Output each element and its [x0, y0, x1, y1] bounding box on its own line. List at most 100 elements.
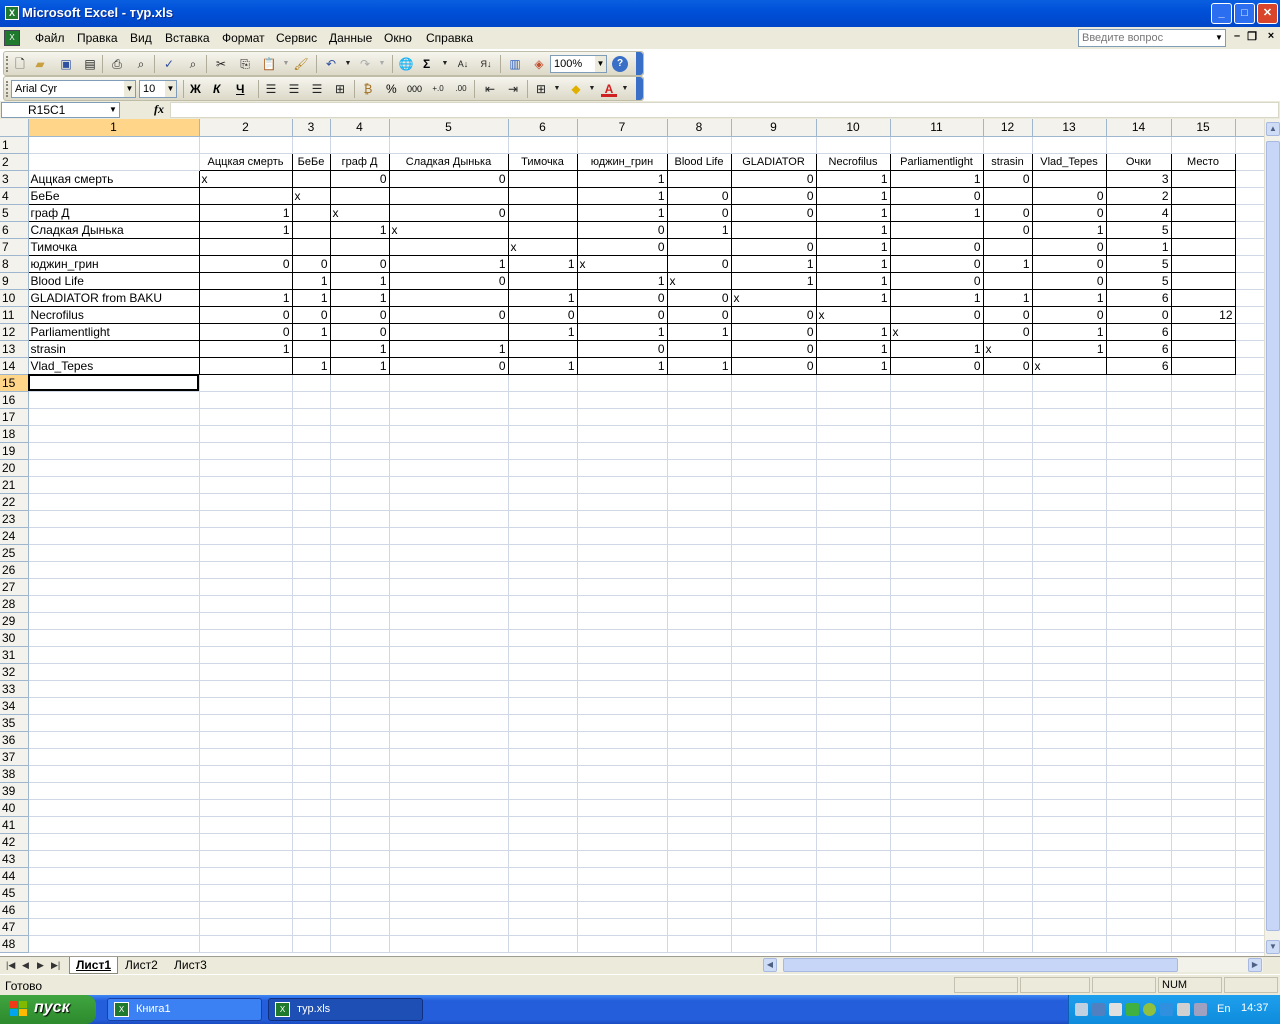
cell[interactable] [292, 680, 331, 698]
cell[interactable] [291, 220, 331, 239]
cell[interactable] [1235, 629, 1267, 647]
cell[interactable] [330, 578, 390, 596]
cell[interactable] [577, 595, 668, 613]
cell[interactable] [1171, 544, 1236, 562]
cell[interactable] [292, 867, 331, 885]
cell[interactable] [1106, 714, 1172, 732]
cell[interactable] [890, 799, 984, 817]
toolbar-options-icon[interactable] [636, 77, 643, 100]
cell[interactable] [389, 612, 509, 630]
cell[interactable]: 1 [815, 339, 891, 358]
cell[interactable] [816, 136, 891, 154]
sheet-tab-2[interactable]: Лист2 [119, 957, 164, 974]
cell[interactable] [1106, 544, 1172, 562]
cell[interactable] [890, 425, 984, 443]
cell[interactable] [508, 544, 578, 562]
hyperlink-icon[interactable]: 🌐 [398, 56, 414, 72]
cell[interactable] [508, 374, 578, 392]
cell[interactable] [1235, 935, 1267, 953]
column-header[interactable]: 11 [890, 119, 984, 137]
cell[interactable]: 1 [730, 271, 817, 290]
cell[interactable] [291, 339, 331, 358]
cell[interactable] [731, 799, 817, 817]
cell[interactable] [292, 901, 331, 919]
cell[interactable] [1235, 714, 1267, 732]
cell[interactable] [1032, 884, 1107, 902]
save-icon[interactable]: ▣ [58, 56, 74, 72]
cell[interactable]: Аццкая смерть [198, 152, 293, 171]
cell[interactable]: 0 [1105, 305, 1172, 324]
cell[interactable] [731, 833, 817, 851]
row-header[interactable]: 14 [0, 357, 29, 375]
cell[interactable]: 0 [1031, 271, 1107, 290]
cell[interactable] [1171, 578, 1236, 596]
cell[interactable] [816, 408, 891, 426]
cell[interactable] [508, 714, 578, 732]
cell[interactable] [1235, 306, 1267, 324]
prev-sheet-icon[interactable]: ◀ [22, 960, 29, 971]
cell[interactable]: 6 [1105, 322, 1172, 341]
cell[interactable] [667, 459, 732, 477]
increase-indent-icon[interactable]: ⇥ [505, 81, 521, 97]
cell[interactable] [199, 527, 293, 545]
cell[interactable] [330, 731, 390, 749]
cell[interactable] [1032, 765, 1107, 783]
cell[interactable] [508, 425, 578, 443]
cell[interactable] [1032, 935, 1107, 953]
redo-icon[interactable]: ↷ [357, 56, 373, 72]
cell[interactable] [577, 527, 668, 545]
cell[interactable] [1235, 510, 1267, 528]
cell[interactable]: 0 [889, 356, 984, 375]
scroll-up-icon[interactable]: ▲ [1266, 122, 1280, 136]
cell[interactable] [983, 833, 1033, 851]
cell[interactable] [1032, 391, 1107, 409]
cell[interactable] [508, 884, 578, 902]
cell[interactable] [1032, 918, 1107, 936]
cell[interactable] [1171, 816, 1236, 834]
cell[interactable] [890, 748, 984, 766]
cell[interactable] [890, 850, 984, 868]
cell[interactable] [28, 935, 200, 953]
cell[interactable]: 1 [576, 356, 668, 375]
cell[interactable] [731, 442, 817, 460]
cell[interactable] [577, 408, 668, 426]
cell[interactable] [1106, 493, 1172, 511]
cell[interactable] [330, 935, 390, 953]
cell[interactable]: Parliamentlight [889, 152, 984, 171]
cell[interactable] [389, 663, 509, 681]
last-sheet-icon[interactable]: ▶| [51, 960, 60, 971]
chevron-down-icon[interactable]: ▼ [584, 81, 600, 97]
cell[interactable] [199, 476, 293, 494]
cell[interactable] [667, 595, 732, 613]
cell[interactable] [508, 408, 578, 426]
cell[interactable] [890, 833, 984, 851]
cell[interactable] [292, 731, 331, 749]
tray-icon[interactable] [1109, 1003, 1122, 1016]
cell[interactable]: 0 [329, 169, 390, 188]
cell[interactable] [199, 935, 293, 953]
cell[interactable] [890, 663, 984, 681]
cell[interactable]: Сладкая Дынька [27, 220, 200, 239]
cell[interactable]: 0 [982, 220, 1033, 239]
cell[interactable] [577, 816, 668, 834]
row-header[interactable]: 30 [0, 629, 29, 647]
cell[interactable] [731, 748, 817, 766]
cell[interactable] [667, 578, 732, 596]
cell[interactable] [1106, 425, 1172, 443]
cell[interactable] [1170, 186, 1236, 205]
cell[interactable]: 1 [198, 220, 293, 239]
cell[interactable] [1171, 527, 1236, 545]
menu-insert[interactable]: Вставка [165, 31, 210, 45]
cell[interactable] [577, 850, 668, 868]
cell[interactable]: 5 [1105, 220, 1172, 239]
cell[interactable] [816, 391, 891, 409]
cell[interactable] [1235, 799, 1267, 817]
cell[interactable] [389, 459, 509, 477]
cell[interactable]: 1 [507, 356, 578, 375]
cell[interactable] [199, 391, 293, 409]
cell[interactable] [890, 629, 984, 647]
cell[interactable] [508, 867, 578, 885]
cell[interactable] [1032, 136, 1107, 154]
cell[interactable] [28, 425, 200, 443]
cell[interactable] [1032, 697, 1107, 715]
